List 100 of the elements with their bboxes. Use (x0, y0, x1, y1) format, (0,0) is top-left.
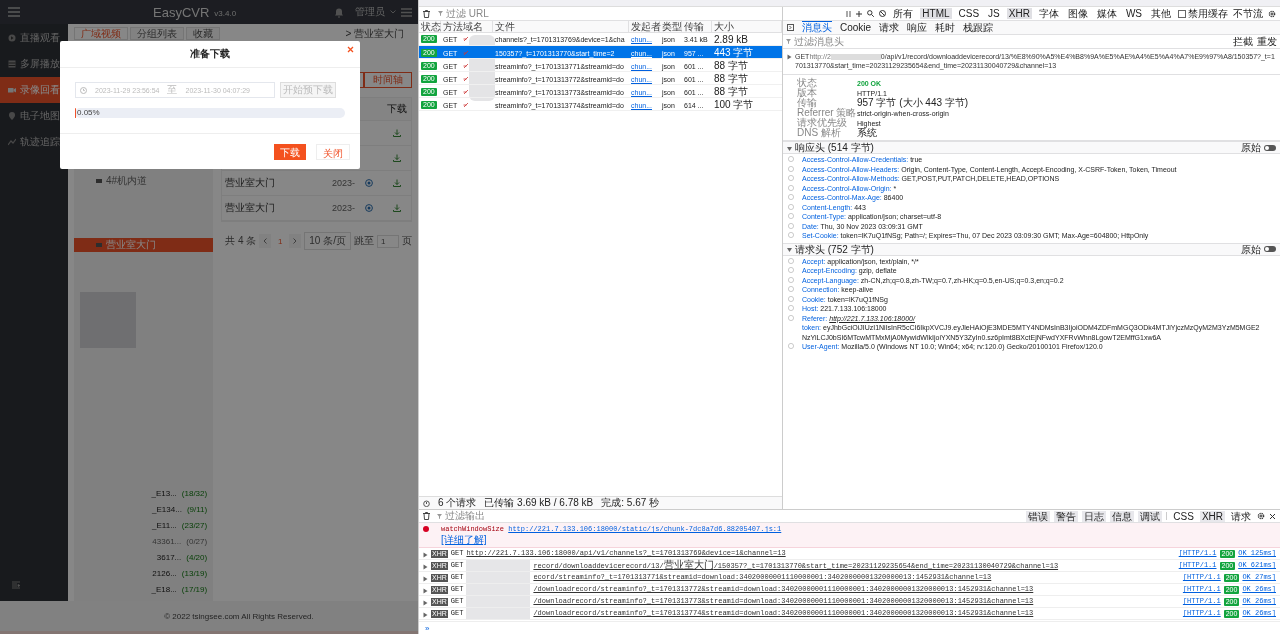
type-filter[interactable]: 图像 (1065, 8, 1090, 19)
block-icon[interactable] (879, 10, 887, 17)
tab[interactable]: 收藏 (186, 27, 220, 40)
console-prompt[interactable]: » (425, 623, 430, 633)
disable-cache-checkbox[interactable]: 禁用缓存 (1178, 7, 1228, 20)
type-filter[interactable]: HTML (920, 8, 952, 19)
menu-icon[interactable] (8, 7, 20, 17)
url-filter-field[interactable]: 过滤 URL (435, 7, 492, 20)
device-item[interactable]: _E13... (18/32) (74, 485, 208, 501)
device-item[interactable]: _E134... (9/11) (74, 501, 208, 517)
type-filter[interactable]: 请求 (1229, 510, 1253, 522)
column-header[interactable]: 传输 (682, 21, 712, 32)
download-icon[interactable] (393, 154, 401, 162)
header-action-button[interactable]: 拦截 (1233, 35, 1253, 48)
play-circle-icon[interactable] (365, 179, 373, 187)
column-header[interactable]: 大小 (712, 21, 782, 32)
device-item[interactable]: _E11... (23/27) (74, 517, 208, 533)
column-header[interactable]: 状态 (419, 21, 441, 32)
column-header[interactable]: 类型 (660, 21, 682, 32)
section-header[interactable]: 响应头 (514 字节) 原始 (783, 141, 1280, 154)
collapse-icon[interactable] (12, 581, 20, 589)
help-icon[interactable] (788, 343, 794, 349)
settings-icon[interactable] (1268, 9, 1276, 18)
chevron-down-icon (390, 10, 396, 14)
section-title: 请求头 (752 字节) (795, 243, 874, 255)
timer-icon (423, 499, 430, 507)
search-icon[interactable] (867, 10, 875, 17)
bell-icon[interactable] (334, 6, 344, 18)
type-filter[interactable]: 媒体 (1094, 8, 1119, 19)
type-filter[interactable]: XHR (1199, 510, 1225, 522)
header-filter-field[interactable]: 过滤消息头 (783, 35, 847, 48)
camera-icon (8, 86, 16, 94)
copyright-text: © 2022 tsingsee.com All Rights Reserved. (164, 611, 314, 621)
trash-icon[interactable] (423, 512, 430, 520)
no-cache-icon (463, 76, 469, 82)
chevron-right-icon (293, 238, 298, 244)
learn-more-link[interactable]: [详细了解] (441, 534, 782, 545)
jump-label: 跳至 (354, 234, 374, 248)
play-circle-icon (8, 34, 16, 42)
type-filter[interactable]: CSS (1171, 510, 1196, 522)
type-filter[interactable]: CSS (956, 8, 982, 19)
blurred-block (466, 584, 531, 595)
log-level-filter[interactable]: 信息 (1110, 510, 1135, 522)
type-filter[interactable]: WS (1123, 8, 1144, 19)
throttle-select[interactable]: 不节流 (1233, 7, 1263, 20)
tab[interactable]: 消息头 (802, 21, 832, 34)
menu-icon[interactable] (401, 7, 412, 17)
panel-icon[interactable] (787, 24, 794, 31)
camera-icon (96, 178, 102, 184)
app-title: EasyCVR (153, 4, 210, 20)
next-page-button[interactable] (289, 234, 302, 248)
clock-icon (80, 86, 87, 94)
close-icon[interactable] (1269, 512, 1276, 520)
table-cell: 营业室大门 (225, 201, 276, 215)
log-level-filter[interactable]: 错误 (1026, 510, 1051, 522)
type-filter[interactable]: 其他 (1149, 8, 1173, 19)
tab[interactable]: 分组列表 (130, 27, 184, 40)
log-level-filter[interactable]: 警告 (1054, 510, 1079, 522)
pause-icon[interactable] (846, 10, 852, 17)
previous-page-button[interactable] (259, 234, 272, 248)
play-circle-icon[interactable] (365, 204, 373, 212)
field-label: Referrer 策略 (797, 108, 857, 118)
breadcrumb: > 营业室大门 (345, 26, 404, 41)
type-filter[interactable]: 字体 (1036, 8, 1061, 19)
type-filter[interactable]: 所有 (891, 8, 916, 19)
page-suffix: 页 (402, 234, 412, 248)
column-header[interactable]: 域名 (461, 21, 493, 32)
expand-icon[interactable] (787, 54, 792, 60)
type-filter[interactable]: XHR (1006, 8, 1032, 19)
page-input[interactable]: 1 (377, 234, 399, 248)
summary-text: 6 个请求 (438, 497, 477, 509)
device-item[interactable]: _E18... (17/19) (74, 581, 208, 597)
header-action-button[interactable]: 重发 (1257, 35, 1277, 48)
column-header[interactable]: 发起者 (629, 21, 660, 32)
tab[interactable]: 请求 (879, 21, 900, 34)
field-label: 传输 (797, 98, 817, 108)
raw-toggle[interactable] (1264, 144, 1276, 151)
column-header[interactable]: 文件 (493, 21, 629, 32)
trash-icon[interactable] (423, 9, 430, 18)
tab[interactable]: 响应 (907, 21, 928, 34)
device-item[interactable]: 3617... (4/20) (74, 549, 208, 565)
download-icon[interactable] (393, 179, 401, 187)
device-item[interactable]: 2126... (13/19) (74, 565, 208, 581)
raw-toggle[interactable] (1264, 246, 1276, 252)
log-level-filter[interactable]: 日志 (1082, 510, 1107, 522)
console-filter-field[interactable]: 过滤输出 (434, 510, 488, 522)
plus-icon[interactable] (856, 10, 863, 17)
settings-icon[interactable] (1257, 512, 1265, 520)
page-size-select[interactable]: 10 条/页 (304, 232, 351, 250)
section-header[interactable]: 请求头 (752 字节) 原始 (783, 242, 1280, 256)
tab[interactable]: 耗时 (935, 21, 956, 34)
blurred-block (466, 572, 531, 583)
close-button[interactable]: 关闭 (316, 143, 350, 160)
type-filter[interactable]: JS (986, 8, 1002, 19)
tab[interactable]: 栈跟踪 (963, 21, 994, 34)
download-icon[interactable] (393, 204, 401, 212)
tab[interactable]: Cookie (840, 21, 872, 34)
filter-icon (786, 39, 791, 44)
log-level-filter[interactable]: 调试 (1138, 510, 1163, 522)
download-icon[interactable] (393, 129, 401, 137)
